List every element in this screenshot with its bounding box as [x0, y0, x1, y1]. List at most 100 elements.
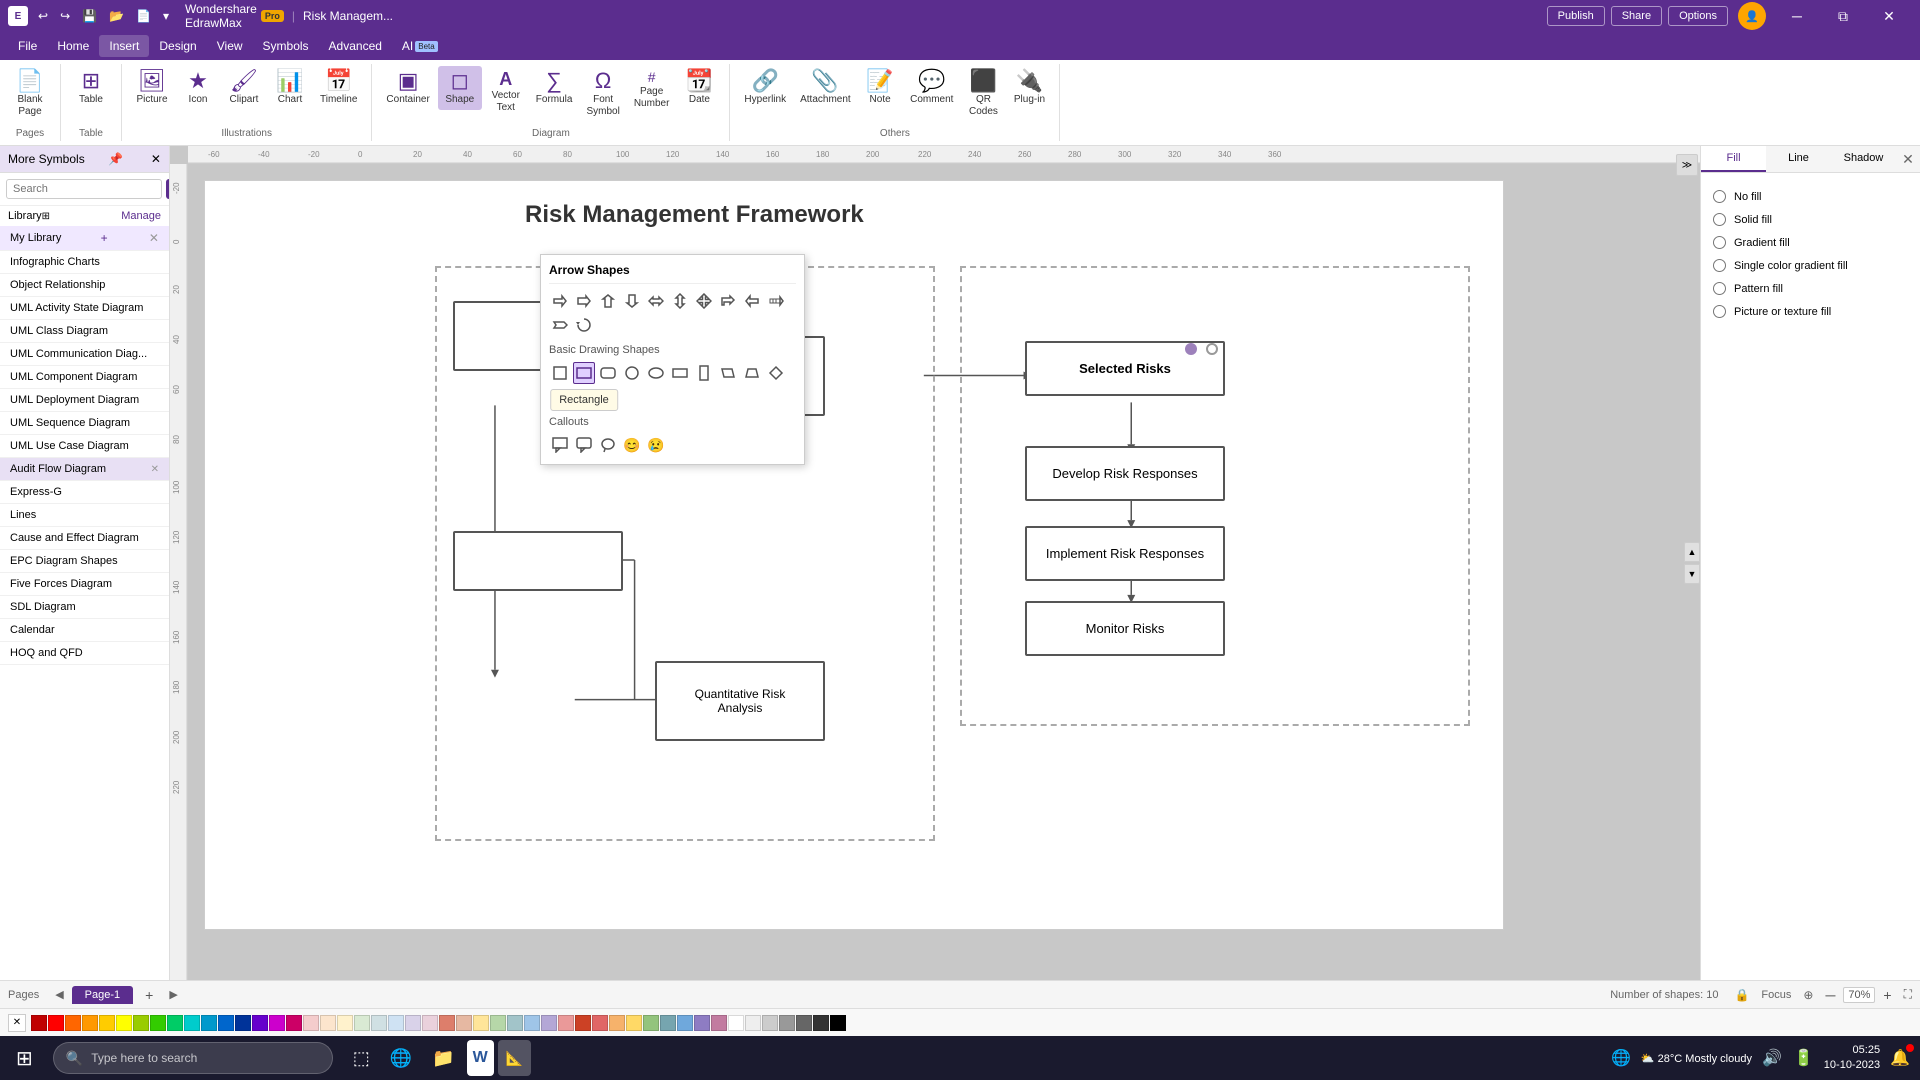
trapezoid[interactable]	[741, 362, 763, 384]
search-input[interactable]	[6, 179, 162, 199]
clipart-btn[interactable]: 🖌 Clipart	[222, 66, 266, 110]
right-triangle[interactable]	[573, 386, 595, 408]
pattern-fill-radio[interactable]	[1713, 282, 1726, 295]
color-swatch[interactable]	[405, 1015, 421, 1031]
blank-page-btn[interactable]: 📄 BlankPage	[8, 66, 52, 122]
color-swatch[interactable]	[150, 1015, 166, 1031]
callout-emoji1[interactable]: 😊	[621, 434, 643, 456]
sidebar-item-uml-activity[interactable]: UML Activity State Diagram ✕	[0, 297, 169, 320]
close-btn[interactable]: ✕	[1866, 0, 1912, 32]
fill-option-solid[interactable]: Solid fill	[1713, 208, 1908, 231]
sidebar-item-uml-sequence[interactable]: UML Sequence Diagram ✕	[0, 412, 169, 435]
sidebar-item-epc[interactable]: EPC Diagram Shapes ✕	[0, 550, 169, 573]
fill-option-single-color[interactable]: Single color gradient fill	[1713, 254, 1908, 277]
save-btn[interactable]: 💾	[78, 7, 101, 25]
tab-shadow[interactable]: Shadow	[1831, 146, 1896, 172]
manage-label[interactable]: Manage	[121, 210, 161, 222]
fullscreen-btn[interactable]: ⛶	[1904, 987, 1912, 1002]
tall-rect[interactable]	[693, 362, 715, 384]
color-swatch[interactable]	[31, 1015, 47, 1031]
color-swatch[interactable]	[694, 1015, 710, 1031]
color-swatch[interactable]	[643, 1015, 659, 1031]
fill-option-none[interactable]: No fill	[1713, 185, 1908, 208]
vector-text-btn[interactable]: A VectorText	[484, 66, 528, 118]
minimize-btn[interactable]: ─	[1774, 0, 1820, 32]
sidebar-item-uml-comm[interactable]: UML Communication Diag... ✕	[0, 343, 169, 366]
picture-btn[interactable]: 🖼 Picture	[130, 66, 174, 110]
menu-file[interactable]: File	[8, 35, 47, 57]
color-swatch[interactable]	[286, 1015, 302, 1031]
table-btn[interactable]: ⊞ Table	[69, 66, 113, 110]
color-swatch[interactable]	[303, 1015, 319, 1031]
sidebar-item-uml-deployment[interactable]: UML Deployment Diagram ✕	[0, 389, 169, 412]
sidebar-item-uml-component[interactable]: UML Component Diagram ✕	[0, 366, 169, 389]
color-swatch[interactable]	[558, 1015, 574, 1031]
fit-page-icon[interactable]: ⊕	[1803, 988, 1813, 1002]
sidebar-item-cause-effect[interactable]: Cause and Effect Diagram ✕	[0, 527, 169, 550]
gradient-fill-radio[interactable]	[1713, 236, 1726, 249]
color-swatch[interactable]	[626, 1015, 642, 1031]
menu-home[interactable]: Home	[47, 35, 99, 57]
color-swatch[interactable]	[762, 1015, 778, 1031]
color-swatch[interactable]	[779, 1015, 795, 1031]
color-swatch[interactable]	[133, 1015, 149, 1031]
avatar[interactable]: 👤	[1738, 2, 1766, 30]
pages-nav-next[interactable]: ▶	[165, 986, 181, 1003]
color-swatch[interactable]	[745, 1015, 761, 1031]
tray-datetime[interactable]: 05:25 10-10-2023	[1824, 1043, 1880, 1074]
square-shape[interactable]	[549, 362, 571, 384]
start-btn[interactable]: ⊞	[8, 1040, 41, 1076]
qr-codes-btn[interactable]: ⬛ QRCodes	[961, 66, 1005, 122]
page-tab-1[interactable]: Page-1	[72, 986, 133, 1004]
notched-arrow[interactable]	[549, 314, 571, 336]
color-swatch[interactable]	[609, 1015, 625, 1031]
color-swatch[interactable]	[371, 1015, 387, 1031]
rounded-rect[interactable]	[597, 362, 619, 384]
menu-advanced[interactable]: Advanced	[319, 35, 392, 57]
tray-notification[interactable]: 🔔	[1888, 1046, 1912, 1070]
color-swatch[interactable]	[830, 1015, 846, 1031]
zoom-in-btn[interactable]: +	[1879, 986, 1895, 1004]
color-swatch[interactable]	[269, 1015, 285, 1031]
arrow-right[interactable]	[549, 290, 571, 312]
canvas-area[interactable]: -60 -40 -20 0 20 40 60 80 100 120 140 16…	[170, 146, 1700, 980]
color-swatch[interactable]	[711, 1015, 727, 1031]
fill-option-pattern[interactable]: Pattern fill	[1713, 277, 1908, 300]
sidebar-item-hoq-qfd[interactable]: HOQ and QFD ✕	[0, 642, 169, 665]
menu-insert[interactable]: Insert	[99, 35, 149, 57]
wide-rect[interactable]	[669, 362, 691, 384]
single-color-radio[interactable]	[1713, 259, 1726, 272]
plus-icon[interactable]: +	[101, 231, 108, 245]
color-swatch[interactable]	[507, 1015, 523, 1031]
menu-view[interactable]: View	[207, 35, 253, 57]
comment-btn[interactable]: 💬 Comment	[904, 66, 959, 110]
arrow-up[interactable]	[597, 290, 619, 312]
color-swatch[interactable]	[116, 1015, 132, 1031]
attachment-btn[interactable]: 📎 Attachment	[794, 66, 856, 110]
color-swatch[interactable]	[490, 1015, 506, 1031]
arrow-left-right[interactable]	[645, 290, 667, 312]
fill-option-gradient[interactable]: Gradient fill	[1713, 231, 1908, 254]
file-explorer-btn[interactable]: 📁	[424, 1040, 462, 1076]
minus-icon[interactable]: ✕	[149, 231, 159, 245]
rotate-handle[interactable]	[1206, 343, 1218, 355]
tab-fill[interactable]: Fill	[1701, 146, 1766, 172]
sidebar-item-infographic[interactable]: Infographic Charts ✕	[0, 251, 169, 274]
color-swatch[interactable]	[184, 1015, 200, 1031]
nav-arrow-up[interactable]: ▲	[1684, 542, 1700, 562]
color-swatch[interactable]	[677, 1015, 693, 1031]
icon-btn[interactable]: ★ Icon	[176, 66, 220, 110]
parallelogram[interactable]	[717, 362, 739, 384]
undo-btn[interactable]: ↩	[34, 7, 52, 25]
menu-ai[interactable]: AI Beta	[392, 35, 448, 57]
rectangle-shape[interactable]: Rectangle	[573, 362, 595, 384]
word-btn[interactable]: W	[467, 1040, 494, 1076]
color-swatch[interactable]	[796, 1015, 812, 1031]
focus-label[interactable]: Focus	[1761, 989, 1791, 1001]
arrow-down[interactable]	[621, 290, 643, 312]
shape-btn[interactable]: ◻ Shape	[438, 66, 482, 110]
color-swatch[interactable]	[82, 1015, 98, 1031]
right-panel-close[interactable]: ✕	[1896, 146, 1920, 172]
share-btn[interactable]: Share	[1611, 6, 1662, 26]
color-swatch[interactable]	[660, 1015, 676, 1031]
